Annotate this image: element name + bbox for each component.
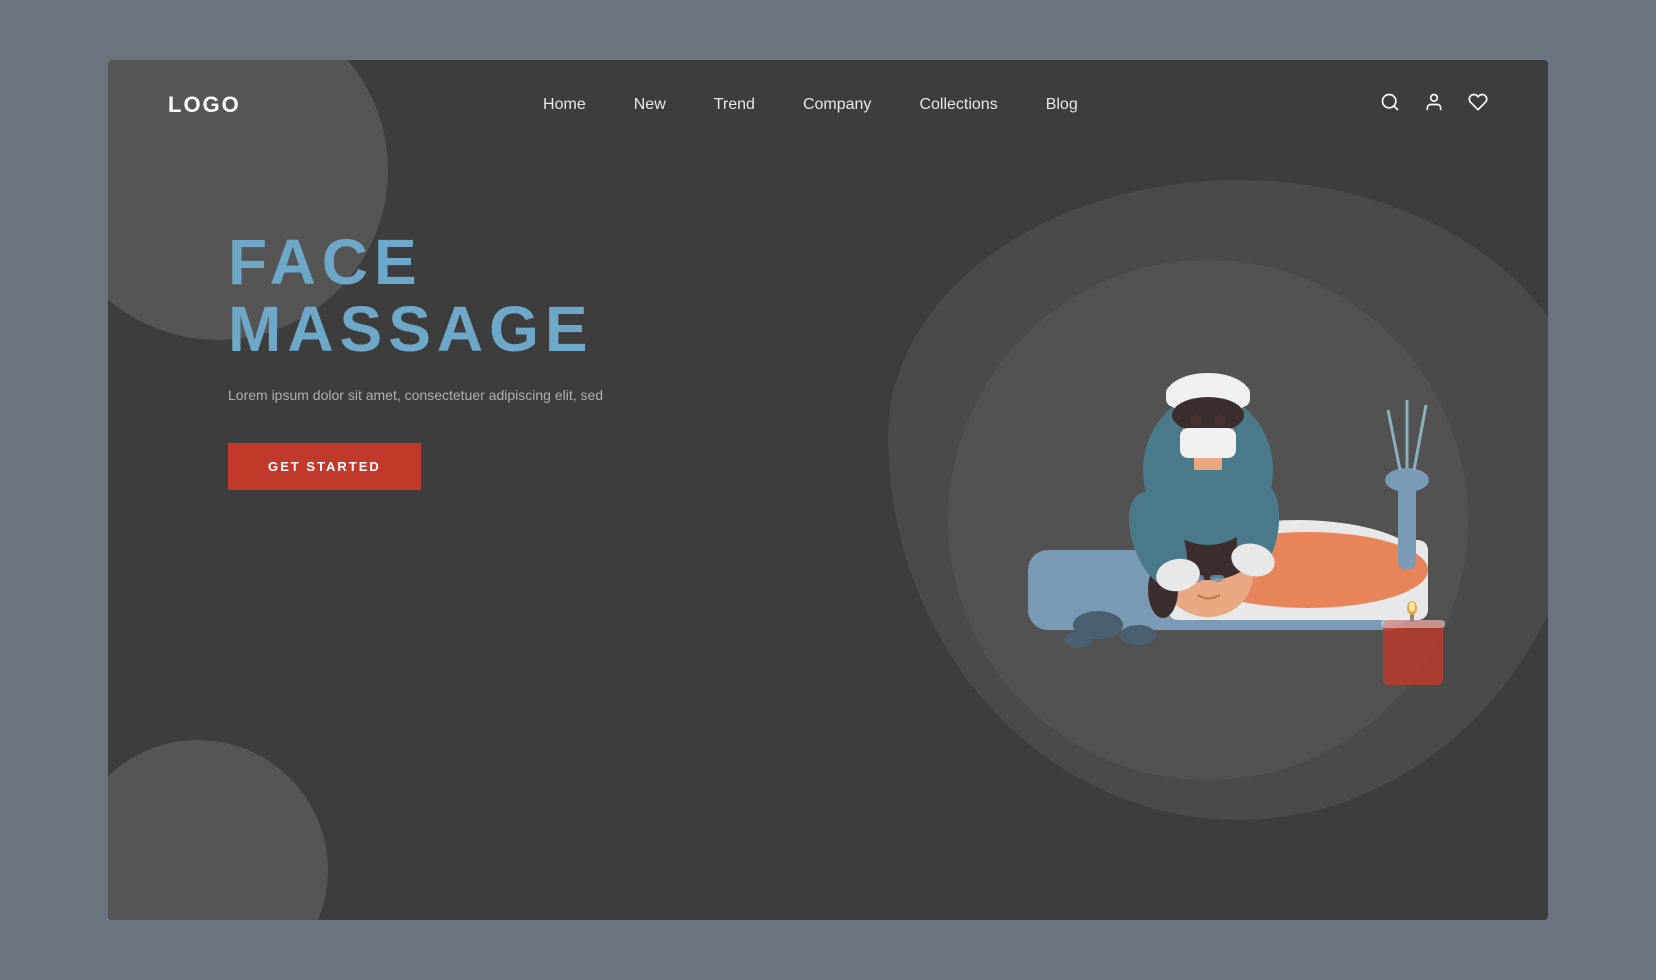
page-wrapper: LOGO Home New Trend Company Collections …	[108, 60, 1548, 920]
hero-title-line1: FACE	[228, 230, 1488, 294]
main-nav: Home New Trend Company Collections Blog	[543, 96, 1078, 114]
nav-item-trend[interactable]: Trend	[714, 96, 755, 114]
search-icon[interactable]	[1380, 92, 1400, 118]
header: LOGO Home New Trend Company Collections …	[108, 60, 1548, 150]
header-icons	[1380, 92, 1488, 118]
heart-icon[interactable]	[1468, 92, 1488, 118]
user-icon[interactable]	[1424, 92, 1444, 118]
hero-description: Lorem ipsum dolor sit amet, consectetuer…	[228, 384, 608, 406]
nav-item-collections[interactable]: Collections	[919, 96, 997, 114]
nav-item-blog[interactable]: Blog	[1046, 96, 1078, 114]
logo: LOGO	[168, 92, 241, 118]
hero-section: FACE MASSAGE Lorem ipsum dolor sit amet,…	[108, 150, 1548, 490]
nav-item-company[interactable]: Company	[803, 96, 871, 114]
nav-item-home[interactable]: Home	[543, 96, 586, 114]
get-started-button[interactable]: GET STARTED	[228, 443, 421, 490]
nav-item-new[interactable]: New	[634, 96, 666, 114]
hero-title-line2: MASSAGE	[228, 294, 1488, 364]
blob-bottom-left	[108, 740, 328, 920]
